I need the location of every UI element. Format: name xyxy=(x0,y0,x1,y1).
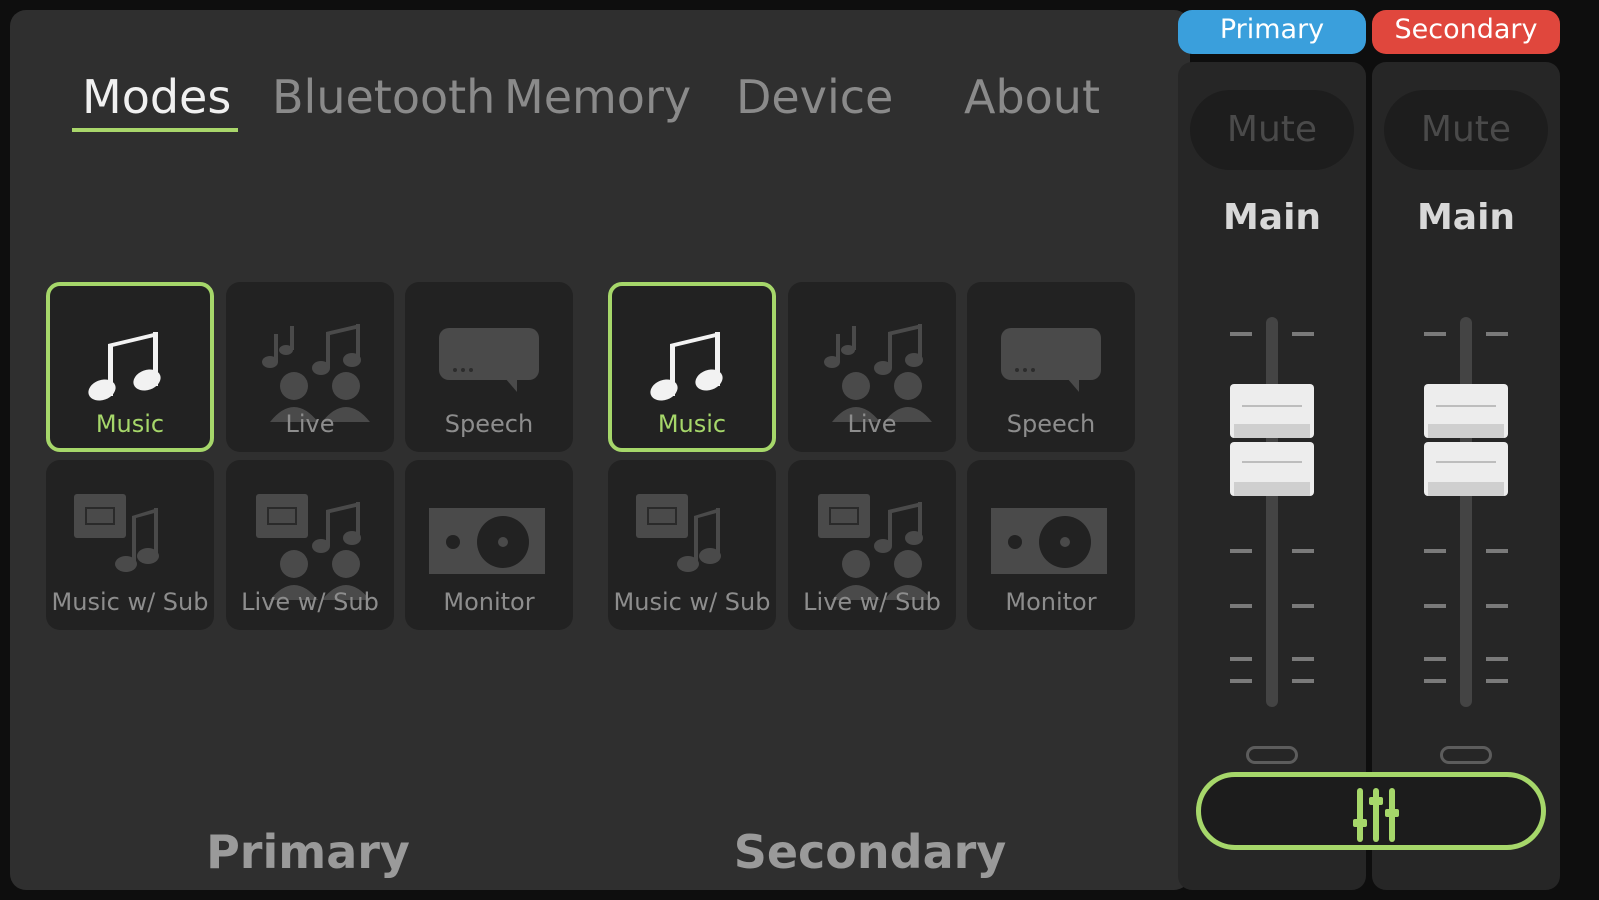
faders-icon xyxy=(1353,788,1399,842)
secondary-channel-strip: Mute Main xyxy=(1372,62,1560,890)
secondary-fader-indicator xyxy=(1440,746,1492,764)
mode-label: Live xyxy=(847,410,897,438)
mode-label: Live w/ Sub xyxy=(803,588,941,616)
primary-channel-tag: Primary xyxy=(1178,10,1366,54)
secondary-mute-button[interactable]: Mute xyxy=(1384,90,1548,170)
mode-label: Music w/ Sub xyxy=(613,588,771,616)
tab-modes[interactable]: Modes xyxy=(82,70,231,124)
primary-strip-title: Main xyxy=(1222,197,1322,238)
mode-label: Speech xyxy=(444,410,534,438)
secondary-mode-monitor[interactable]: Monitor xyxy=(967,460,1135,630)
secondary-mode-live[interactable]: Live xyxy=(788,282,956,452)
mode-label: Music xyxy=(95,410,165,438)
primary-mode-speech[interactable]: Speech xyxy=(405,282,573,452)
primary-mode-live-sub[interactable]: Live w/ Sub xyxy=(226,460,394,630)
primary-mode-music[interactable]: Music xyxy=(46,282,214,452)
secondary-mode-music[interactable]: Music xyxy=(608,282,776,452)
active-tab-indicator xyxy=(72,128,238,132)
secondary-mode-music-sub[interactable]: Music w/ Sub xyxy=(608,460,776,630)
mode-label: Monitor xyxy=(1005,588,1097,616)
tab-about[interactable]: About xyxy=(964,70,1100,124)
primary-mode-live[interactable]: Live xyxy=(226,282,394,452)
primary-group-label: Primary xyxy=(206,825,410,879)
secondary-mode-live-sub[interactable]: Live w/ Sub xyxy=(788,460,956,630)
primary-channel-strip: Mute Main xyxy=(1178,62,1366,890)
link-faders-button[interactable] xyxy=(1196,772,1546,850)
secondary-channel-tag: Secondary xyxy=(1372,10,1560,54)
secondary-fader-knob[interactable] xyxy=(1424,384,1508,496)
primary-mute-button[interactable]: Mute xyxy=(1190,90,1354,170)
mode-label: Music w/ Sub xyxy=(51,588,209,616)
tab-bluetooth[interactable]: Bluetooth xyxy=(272,70,495,124)
secondary-group-label: Secondary xyxy=(733,825,1007,879)
mode-label: Speech xyxy=(1006,410,1096,438)
primary-mode-music-sub[interactable]: Music w/ Sub xyxy=(46,460,214,630)
modes-panel: Modes Bluetooth Memory Device About Musi… xyxy=(10,10,1190,890)
secondary-fader-track[interactable] xyxy=(1460,317,1472,707)
mode-label: Music xyxy=(657,410,727,438)
mode-label: Monitor xyxy=(443,588,535,616)
tab-memory[interactable]: Memory xyxy=(504,70,691,124)
primary-mode-monitor[interactable]: Monitor xyxy=(405,460,573,630)
secondary-strip-title: Main xyxy=(1416,197,1516,238)
mode-label: Live xyxy=(285,410,335,438)
tab-device[interactable]: Device xyxy=(736,70,893,124)
primary-fader-track[interactable] xyxy=(1266,317,1278,707)
primary-fader-knob[interactable] xyxy=(1230,384,1314,496)
primary-fader-indicator xyxy=(1246,746,1298,764)
mode-label: Live w/ Sub xyxy=(241,588,379,616)
secondary-mode-speech[interactable]: Speech xyxy=(967,282,1135,452)
